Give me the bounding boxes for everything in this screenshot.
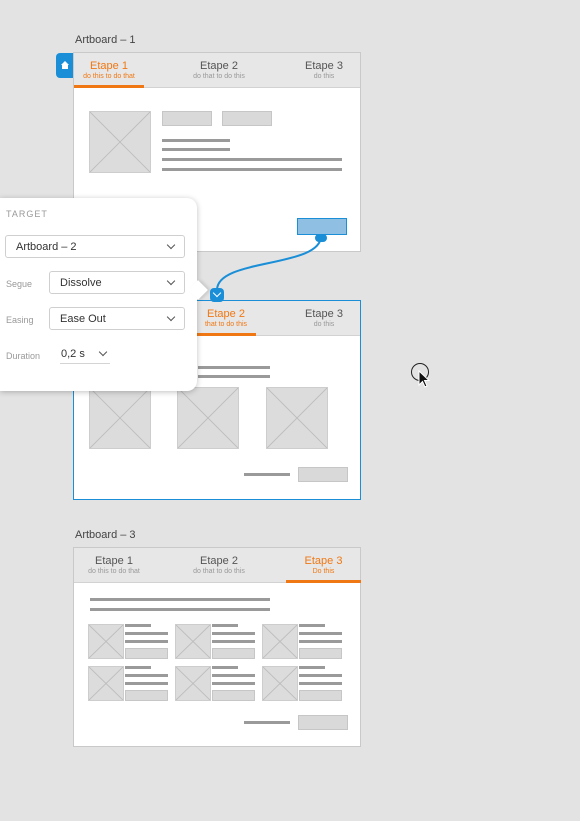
- artboard-3-tabbar: Etape 1 do this to do that Etape 2 do th…: [74, 548, 361, 583]
- text-line: [212, 624, 238, 627]
- active-tab-indicator: [286, 580, 361, 583]
- easing-value: Ease Out: [60, 313, 106, 325]
- text-line: [299, 674, 342, 677]
- button-placeholder: [125, 690, 168, 701]
- tab-subtitle: do this to do that: [88, 568, 140, 575]
- tab-subtitle: do that to do this: [193, 568, 245, 575]
- easing-select[interactable]: Ease Out: [49, 307, 185, 330]
- chevron-down-icon[interactable]: [210, 288, 224, 302]
- segue-label: Segue: [6, 279, 33, 289]
- artboard-3-tab-etape-2[interactable]: Etape 2 do that to do this: [179, 548, 259, 582]
- duration-value: 0,2 s: [61, 348, 85, 360]
- duration-select[interactable]: 0,2 s: [60, 343, 110, 364]
- button-placeholder: [212, 648, 255, 659]
- button-placeholder: [299, 648, 342, 659]
- target-artboard-select[interactable]: Artboard – 2: [5, 235, 185, 258]
- segue-select[interactable]: Dissolve: [49, 271, 185, 294]
- text-line: [212, 640, 255, 643]
- artboard-3[interactable]: Etape 1 do this to do that Etape 2 do th…: [73, 547, 361, 747]
- image-placeholder: [175, 624, 211, 659]
- target-label: TARGET: [6, 209, 48, 219]
- text-line: [125, 640, 168, 643]
- text-line: [125, 624, 151, 627]
- button-placeholder: [298, 715, 348, 730]
- text-line: [212, 666, 238, 669]
- text-line: [212, 632, 255, 635]
- chevron-down-icon: [98, 347, 108, 357]
- duration-label: Duration: [6, 351, 41, 361]
- button-placeholder: [299, 690, 342, 701]
- segue-value: Dissolve: [60, 277, 102, 289]
- image-placeholder: [88, 666, 124, 701]
- mouse-pointer-icon: [418, 370, 431, 388]
- tab-title: Etape 3: [304, 555, 343, 567]
- chevron-down-icon: [166, 240, 176, 250]
- chevron-down-icon: [166, 312, 176, 322]
- text-line: [90, 608, 270, 611]
- tab-subtitle: Do this: [312, 568, 335, 575]
- image-placeholder: [175, 666, 211, 701]
- target-value: Artboard – 2: [16, 241, 77, 253]
- text-line: [212, 674, 255, 677]
- text-line: [299, 624, 325, 627]
- link-target-panel: TARGET Artboard – 2 Segue Dissolve Easin…: [0, 198, 197, 391]
- button-placeholder: [125, 648, 168, 659]
- text-line: [212, 682, 255, 685]
- text-line: [299, 666, 325, 669]
- image-placeholder: [262, 666, 298, 701]
- tab-title: Etape 2: [200, 555, 238, 567]
- text-line: [244, 721, 290, 724]
- text-line: [125, 682, 168, 685]
- text-line: [125, 632, 168, 635]
- text-line: [125, 666, 151, 669]
- artboard-3-tab-etape-1[interactable]: Etape 1 do this to do that: [79, 548, 149, 582]
- text-line: [125, 674, 168, 677]
- artboard-3-title[interactable]: Artboard – 3: [75, 529, 136, 541]
- text-line: [299, 640, 342, 643]
- tab-title: Etape 1: [95, 555, 133, 567]
- easing-label: Easing: [6, 315, 34, 325]
- button-placeholder: [212, 690, 255, 701]
- image-placeholder: [262, 624, 298, 659]
- text-line: [299, 632, 342, 635]
- image-placeholder: [88, 624, 124, 659]
- text-line: [299, 682, 342, 685]
- text-line: [90, 598, 270, 601]
- chevron-down-icon: [166, 276, 176, 286]
- artboard-3-tab-etape-3[interactable]: Etape 3 Do this: [286, 548, 361, 583]
